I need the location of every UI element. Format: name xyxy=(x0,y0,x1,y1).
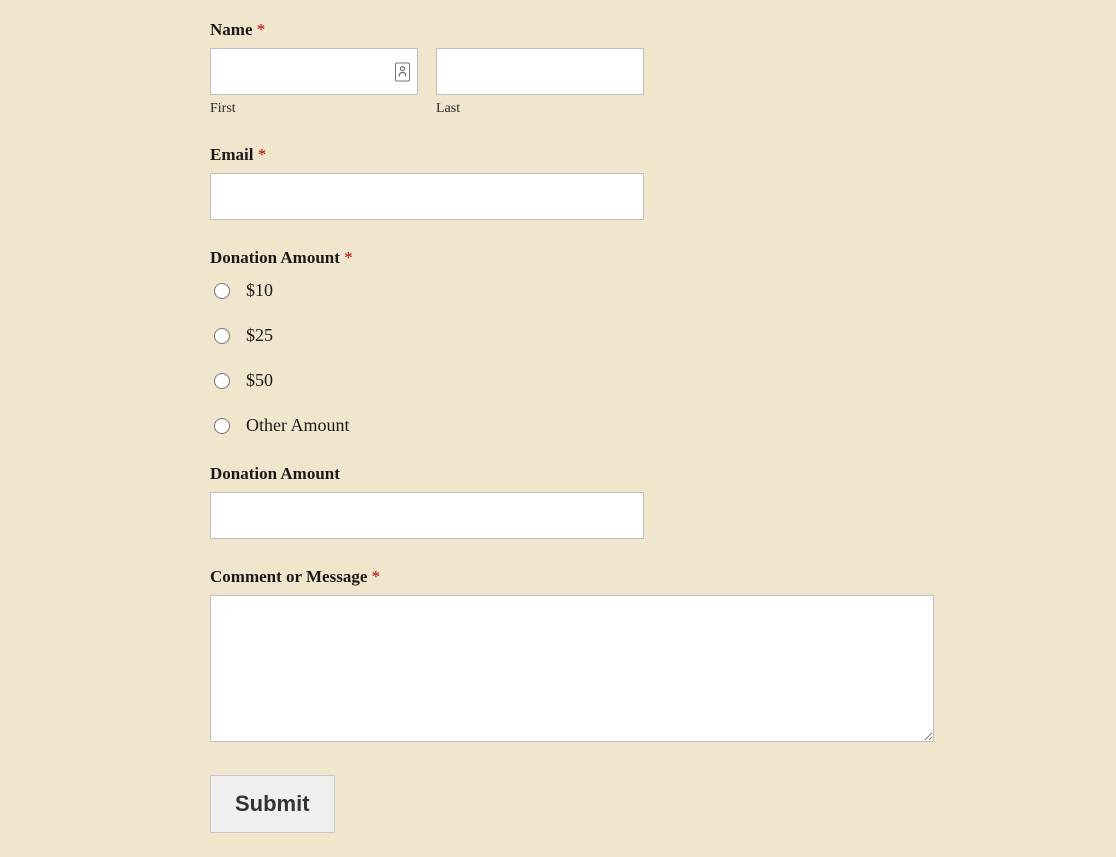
donation-radio-50[interactable] xyxy=(214,373,230,389)
name-label-text: Name xyxy=(210,20,252,39)
donation-radio-label-50[interactable]: $50 xyxy=(246,370,273,391)
comment-textarea[interactable] xyxy=(210,595,934,742)
email-label: Email * xyxy=(210,145,1116,165)
custom-amount-input[interactable] xyxy=(210,492,644,539)
donation-radio-label-10[interactable]: $10 xyxy=(246,280,273,301)
donation-amount-label: Donation Amount * xyxy=(210,248,1116,268)
donation-amount-label-text: Donation Amount xyxy=(210,248,340,267)
required-mark: * xyxy=(257,20,266,39)
custom-amount-field-group: Donation Amount xyxy=(210,464,1116,539)
donation-radio-25[interactable] xyxy=(214,328,230,344)
submit-button[interactable]: Submit xyxy=(210,775,335,833)
donation-radio-10[interactable] xyxy=(214,283,230,299)
first-name-col: First xyxy=(210,48,418,117)
required-mark: * xyxy=(258,145,267,164)
last-name-col: Last xyxy=(436,48,644,117)
name-row: First Last xyxy=(210,48,1116,117)
comment-label-text: Comment or Message xyxy=(210,567,367,586)
radio-option: $25 xyxy=(210,325,1116,346)
comment-field-group: Comment or Message * xyxy=(210,567,1116,747)
radio-option: Other Amount xyxy=(210,415,1116,436)
name-label: Name * xyxy=(210,20,1116,40)
first-sublabel: First xyxy=(210,101,418,117)
email-field-group: Email * xyxy=(210,145,1116,220)
required-mark: * xyxy=(372,567,381,586)
donation-radio-other[interactable] xyxy=(214,418,230,434)
name-field-group: Name * First Last xyxy=(210,20,1116,117)
donation-radio-group: Donation Amount * $10 $25 $50 Other Amou… xyxy=(210,248,1116,436)
required-mark: * xyxy=(344,248,353,267)
radio-option: $50 xyxy=(210,370,1116,391)
donation-radio-label-25[interactable]: $25 xyxy=(246,325,273,346)
custom-amount-label: Donation Amount xyxy=(210,464,1116,484)
last-name-input[interactable] xyxy=(436,48,644,95)
donation-radio-label-other[interactable]: Other Amount xyxy=(246,415,350,436)
first-name-input[interactable] xyxy=(210,48,418,95)
email-input[interactable] xyxy=(210,173,644,220)
comment-label: Comment or Message * xyxy=(210,567,1116,587)
email-label-text: Email xyxy=(210,145,253,164)
first-name-wrapper xyxy=(210,48,418,95)
last-sublabel: Last xyxy=(436,101,644,117)
radio-option: $10 xyxy=(210,280,1116,301)
radio-option-list: $10 $25 $50 Other Amount xyxy=(210,280,1116,436)
